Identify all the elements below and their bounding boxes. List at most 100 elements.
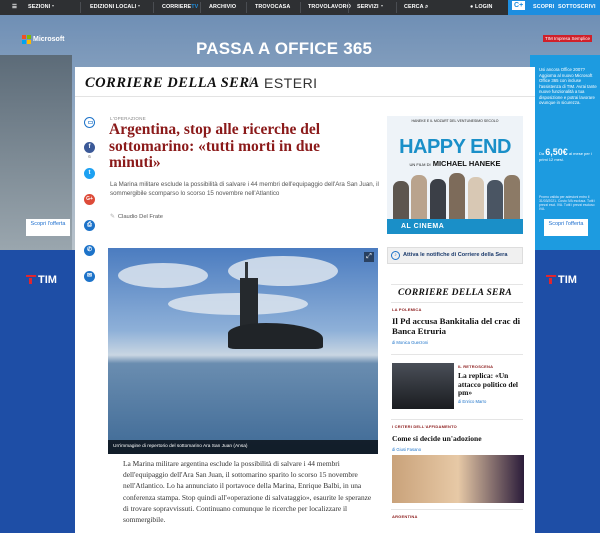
whatsapp-share-button[interactable]: ✆ <box>84 245 95 256</box>
story-thumbnail[interactable] <box>392 455 524 503</box>
corriere-plus-logo: C+ <box>512 1 526 10</box>
expand-icon[interactable]: ⤢ <box>364 252 374 262</box>
nav-trovocasa[interactable]: TROVOCASA <box>255 4 290 10</box>
nav-divider <box>300 2 301 13</box>
nav-divider <box>80 2 81 13</box>
story-author[interactable]: di Monica Guerzoni <box>392 340 428 345</box>
chevron-down-icon <box>380 5 383 7</box>
nav-local-editions[interactable]: EDIZIONI LOCALI <box>90 4 141 10</box>
ad-tim-tag: TIM Impresa Semplice <box>543 35 593 42</box>
article-byline: ✎ Claudio Del Frate <box>110 214 163 220</box>
comment-share-button[interactable]: ▭ <box>84 117 95 128</box>
ad-price-prefix: Da <box>539 151 545 156</box>
pen-icon: ✎ <box>110 214 115 220</box>
notifications-label: Attiva le notifiche di Corriere della Se… <box>403 252 508 258</box>
ad-fine-print: Promo valida per adesioni entro il 31/03… <box>539 195 596 211</box>
nav-subscribe[interactable]: SOTTOSCRIVI <box>558 4 596 10</box>
chevron-down-icon <box>138 5 141 7</box>
chevron-down-icon <box>52 5 55 7</box>
top-navigation-bar: ☰ SEZIONI EDIZIONI LOCALI CORRIERETV ARC… <box>0 0 600 15</box>
nav-sections-label: SEZIONI <box>28 4 51 10</box>
nav-local-editions-label: EDIZIONI LOCALI <box>90 4 137 10</box>
twitter-share-button[interactable]: t <box>84 168 95 179</box>
film-cast-image <box>391 171 520 219</box>
nav-trovolavoro[interactable]: TROVOLAVORO <box>308 4 351 10</box>
nav-archive[interactable]: ARCHIVIO <box>209 4 236 10</box>
photo-cloud <box>118 263 208 288</box>
film-director-name: MICHAEL HANEKE <box>432 159 501 168</box>
nav-divider <box>200 2 201 13</box>
tim-mark-icon <box>546 275 556 284</box>
nav-search-label: CERCA <box>404 4 424 10</box>
search-icon: ⌕ <box>425 4 429 10</box>
ad-headline: PASSA A OFFICE 365 <box>196 39 373 58</box>
nav-tv-label: TV <box>191 4 199 10</box>
facebook-share-count: 6 <box>88 154 91 159</box>
story-title-link[interactable]: Come si decide un'adozione <box>392 434 524 443</box>
ad-brand: Microsoft <box>33 36 65 43</box>
nav-search[interactable]: CERCA ⌕ <box>404 4 428 11</box>
menu-icon[interactable]: ☰ <box>12 4 17 10</box>
section-title[interactable]: ESTERI <box>264 75 318 91</box>
comment-icon: ▭ <box>87 120 94 126</box>
story-kicker: IL RETROSCENA <box>458 364 494 369</box>
corriere-plus-area: C+ SCOPRI SOTTOSCRIVI <box>508 0 600 15</box>
story-title-link[interactable]: Il Pd accusa Bankitalia del crac di Banc… <box>392 316 524 336</box>
author-name[interactable]: Claudio Del Frate <box>118 214 163 220</box>
print-button[interactable]: ⎙ <box>84 220 95 231</box>
story-author[interactable]: di Giusi Fasano <box>392 447 421 452</box>
story-thumbnail[interactable] <box>392 363 454 409</box>
sidebar-corriere-logo: CORRIERE DELLA SERA <box>398 288 512 298</box>
masthead-separator: / <box>248 74 252 90</box>
photo-cloud <box>168 293 308 315</box>
email-share-button[interactable]: ✉ <box>84 271 95 282</box>
article-summary: La Marina militare esclude la possibilit… <box>110 181 379 197</box>
nav-scopri[interactable]: SCOPRI <box>533 4 554 10</box>
story-kicker: LA POLEMICA <box>392 307 422 312</box>
story-kicker: I CRITERI DELL'AFFIDAMENTO <box>392 424 457 429</box>
article-headline: Argentina, stop alle ricerche del sottom… <box>109 121 321 171</box>
masthead: CORRIERE DELLA SERA / ESTERI <box>75 67 535 97</box>
film-director-prefix: UN FILM DI <box>409 162 431 167</box>
facebook-share-button[interactable]: f <box>84 142 95 153</box>
twitter-icon: t <box>88 170 91 176</box>
article-page: CORRIERE DELLA SERA / ESTERI ▭ f 6 t G+ … <box>75 67 535 533</box>
nav-corriere-label: CORRIERE <box>162 4 192 10</box>
film-advertisement[interactable]: HANEKE E IL MOZART DEL VENTUNESIMO SECOL… <box>387 116 523 234</box>
sidebar-divider <box>391 419 523 420</box>
corriere-logo[interactable]: CORRIERE DELLA SERA <box>85 75 260 92</box>
google-plus-icon: G+ <box>86 196 93 202</box>
sidebar-divider <box>391 284 523 285</box>
nav-sections[interactable]: SEZIONI <box>28 4 55 10</box>
story-author[interactable]: di Enrico Marro <box>458 399 486 404</box>
story-title-link[interactable]: La replica: «Un attacco politico del pm» <box>458 371 522 398</box>
ad-cta-left-button[interactable]: Scopri l'offerta <box>26 219 70 236</box>
whatsapp-icon: ✆ <box>86 247 93 253</box>
facebook-icon: f <box>88 144 91 150</box>
tim-logo-left-text: TIM <box>38 274 57 286</box>
ad-price: Da 6,50€ al mese per i primi 12 mesi. <box>539 147 599 162</box>
tim-logo-left: TIM <box>26 274 57 286</box>
user-icon: ● <box>470 4 474 10</box>
article-body: La Marina militare argentina esclude la … <box>123 459 372 525</box>
story-kicker: ARGENTINA <box>392 514 418 519</box>
nav-login-label: LOGIN <box>474 4 493 10</box>
sidebar-divider <box>391 354 523 355</box>
submarine-hull <box>228 323 323 349</box>
nav-divider <box>348 2 349 13</box>
film-title: HAPPY END <box>399 136 511 158</box>
photo-caption: Un'immagine di repertorio del sottomarin… <box>108 440 378 454</box>
ad-cta-right-button[interactable]: Scopri l'offerta <box>544 219 588 236</box>
nav-services-label: SERVIZI <box>357 4 379 10</box>
article-photo[interactable]: ⤢ Un'immagine di repertorio del sottomar… <box>108 248 378 454</box>
nav-divider <box>153 2 154 13</box>
film-cinema-banner: AL CINEMA <box>387 219 523 234</box>
nav-divider <box>246 2 247 13</box>
google-plus-share-button[interactable]: G+ <box>84 194 95 205</box>
tim-logo-right-text: TIM <box>558 274 577 286</box>
nav-login[interactable]: ● LOGIN <box>470 4 493 10</box>
nav-corriere-tv[interactable]: CORRIERETV <box>162 4 198 10</box>
film-director: UN FILM DI MICHAEL HANEKE <box>387 159 523 168</box>
notifications-button[interactable]: ♪ Attiva le notifiche di Corriere della … <box>387 247 523 264</box>
nav-services[interactable]: SERVIZI <box>357 4 383 10</box>
